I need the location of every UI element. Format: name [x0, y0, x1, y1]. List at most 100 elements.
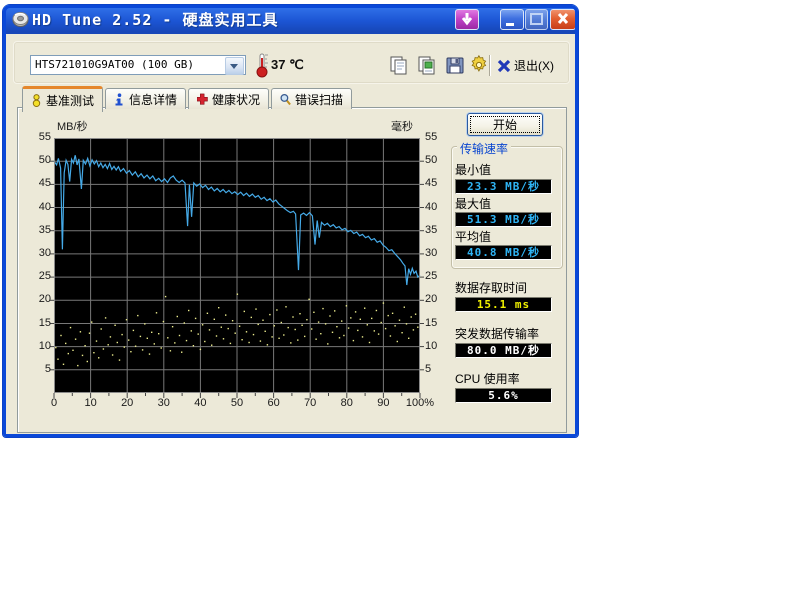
access-time-point: [204, 341, 205, 342]
access-time-point: [98, 357, 99, 358]
access-time-point: [353, 340, 354, 341]
access-time-point: [214, 319, 215, 320]
access-time-point: [267, 344, 268, 345]
avg-value-display: 40.8 MB/秒: [455, 245, 552, 260]
access-time-point: [80, 331, 81, 332]
tab-label: 基准测试: [46, 92, 94, 109]
access-time-point: [276, 309, 277, 310]
access-time-point: [72, 350, 73, 351]
access-time-point: [193, 345, 194, 346]
tab-error-scan[interactable]: 错误扫描: [271, 88, 352, 109]
access-time-point: [411, 316, 412, 317]
access-time-point: [216, 335, 217, 336]
access-time-point: [174, 342, 175, 343]
access-time-point: [371, 318, 372, 319]
access-time-point: [378, 333, 379, 334]
access-time-point: [295, 329, 296, 330]
burst-rate-display: 80.0 MB/秒: [455, 343, 552, 358]
access-time-point: [124, 346, 125, 347]
drive-select-dropdown-button[interactable]: [225, 57, 244, 75]
access-time-point: [278, 338, 279, 339]
x-tick-label: 30: [158, 397, 170, 409]
access-time-point: [121, 334, 122, 335]
y-tick-label: 20: [425, 293, 447, 305]
x-tick-label: 10: [84, 397, 96, 409]
access-time-point: [82, 355, 83, 356]
start-button[interactable]: 开始: [467, 113, 543, 136]
access-time-point: [258, 324, 259, 325]
access-time-point: [223, 338, 224, 339]
access-time-point: [209, 329, 210, 330]
x-tick-label: 20: [121, 397, 133, 409]
options-button[interactable]: [467, 54, 491, 77]
access-time-point: [346, 305, 347, 306]
copy-image-button[interactable]: [415, 54, 439, 77]
access-time-point: [158, 333, 159, 334]
access-time-point: [408, 338, 409, 339]
access-time-point: [177, 316, 178, 317]
drive-select[interactable]: HTS721010G9AT00 (100 GB): [30, 55, 246, 75]
y-tick-label: 10: [425, 340, 447, 352]
y-tick-label: 50: [29, 154, 51, 166]
access-time-point: [348, 327, 349, 328]
access-time-point: [140, 336, 141, 337]
access-time-point: [57, 359, 58, 360]
access-time-point: [241, 339, 242, 340]
exit-x-icon: [497, 59, 511, 73]
access-time-point: [65, 343, 66, 344]
minimize-button[interactable]: [500, 9, 524, 30]
y-tick-label: 15: [425, 317, 447, 329]
tab-health[interactable]: 健康状况: [188, 88, 269, 109]
access-time-point: [325, 323, 326, 324]
save-screenshot-button[interactable]: [443, 54, 467, 77]
access-time-point: [161, 347, 162, 348]
burst-rate-label: 突发数据传输率: [455, 325, 539, 342]
access-time-point: [341, 320, 342, 321]
chevron-down-icon: [230, 64, 238, 69]
title-bar[interactable]: HD Tune 2.52 - 硬盘实用工具: [3, 5, 578, 34]
tab-info[interactable]: 信息详情: [105, 88, 186, 109]
access-time-point: [390, 335, 391, 336]
access-time-point: [202, 324, 203, 325]
access-time-display: 15.1 ms: [455, 297, 552, 312]
access-time-point: [230, 343, 231, 344]
access-time-point: [269, 314, 270, 315]
access-time-point: [271, 336, 272, 337]
access-time-point: [292, 316, 293, 317]
close-button[interactable]: [550, 9, 576, 30]
update-button[interactable]: [455, 9, 479, 30]
right-axis-title: 毫秒: [391, 118, 413, 134]
magnifier-icon: [280, 93, 291, 106]
benchmark-plot: [54, 138, 420, 393]
access-time-point: [357, 330, 358, 331]
access-time-point: [367, 324, 368, 325]
access-time-point: [246, 331, 247, 332]
access-time-point: [336, 326, 337, 327]
access-time-point: [332, 332, 333, 333]
access-time-point: [137, 315, 138, 316]
access-time-point: [126, 319, 127, 320]
exit-button[interactable]: 退出(X): [497, 55, 554, 76]
access-time-point: [327, 343, 328, 344]
access-time-point: [228, 328, 229, 329]
access-time-point: [244, 311, 245, 312]
access-time-point: [415, 314, 416, 315]
y-tick-label: 30: [29, 247, 51, 259]
access-time-point: [128, 339, 129, 340]
access-time-point: [156, 312, 157, 313]
access-time-point: [262, 320, 263, 321]
access-time-point: [70, 327, 71, 328]
tab-label: 健康状况: [212, 91, 260, 108]
thermometer-icon: [255, 52, 269, 78]
maximize-button[interactable]: [525, 9, 548, 30]
access-time-point: [285, 306, 286, 307]
tab-benchmark[interactable]: 基准测试: [22, 86, 103, 112]
access-time-point: [265, 331, 266, 332]
access-time-point: [329, 315, 330, 316]
access-time-point: [101, 328, 102, 329]
access-time-point: [417, 327, 418, 328]
access-time-point: [237, 294, 238, 295]
copy-text-button[interactable]: [387, 54, 411, 77]
access-time-point: [200, 349, 201, 350]
max-value-display: 51.3 MB/秒: [455, 212, 552, 227]
